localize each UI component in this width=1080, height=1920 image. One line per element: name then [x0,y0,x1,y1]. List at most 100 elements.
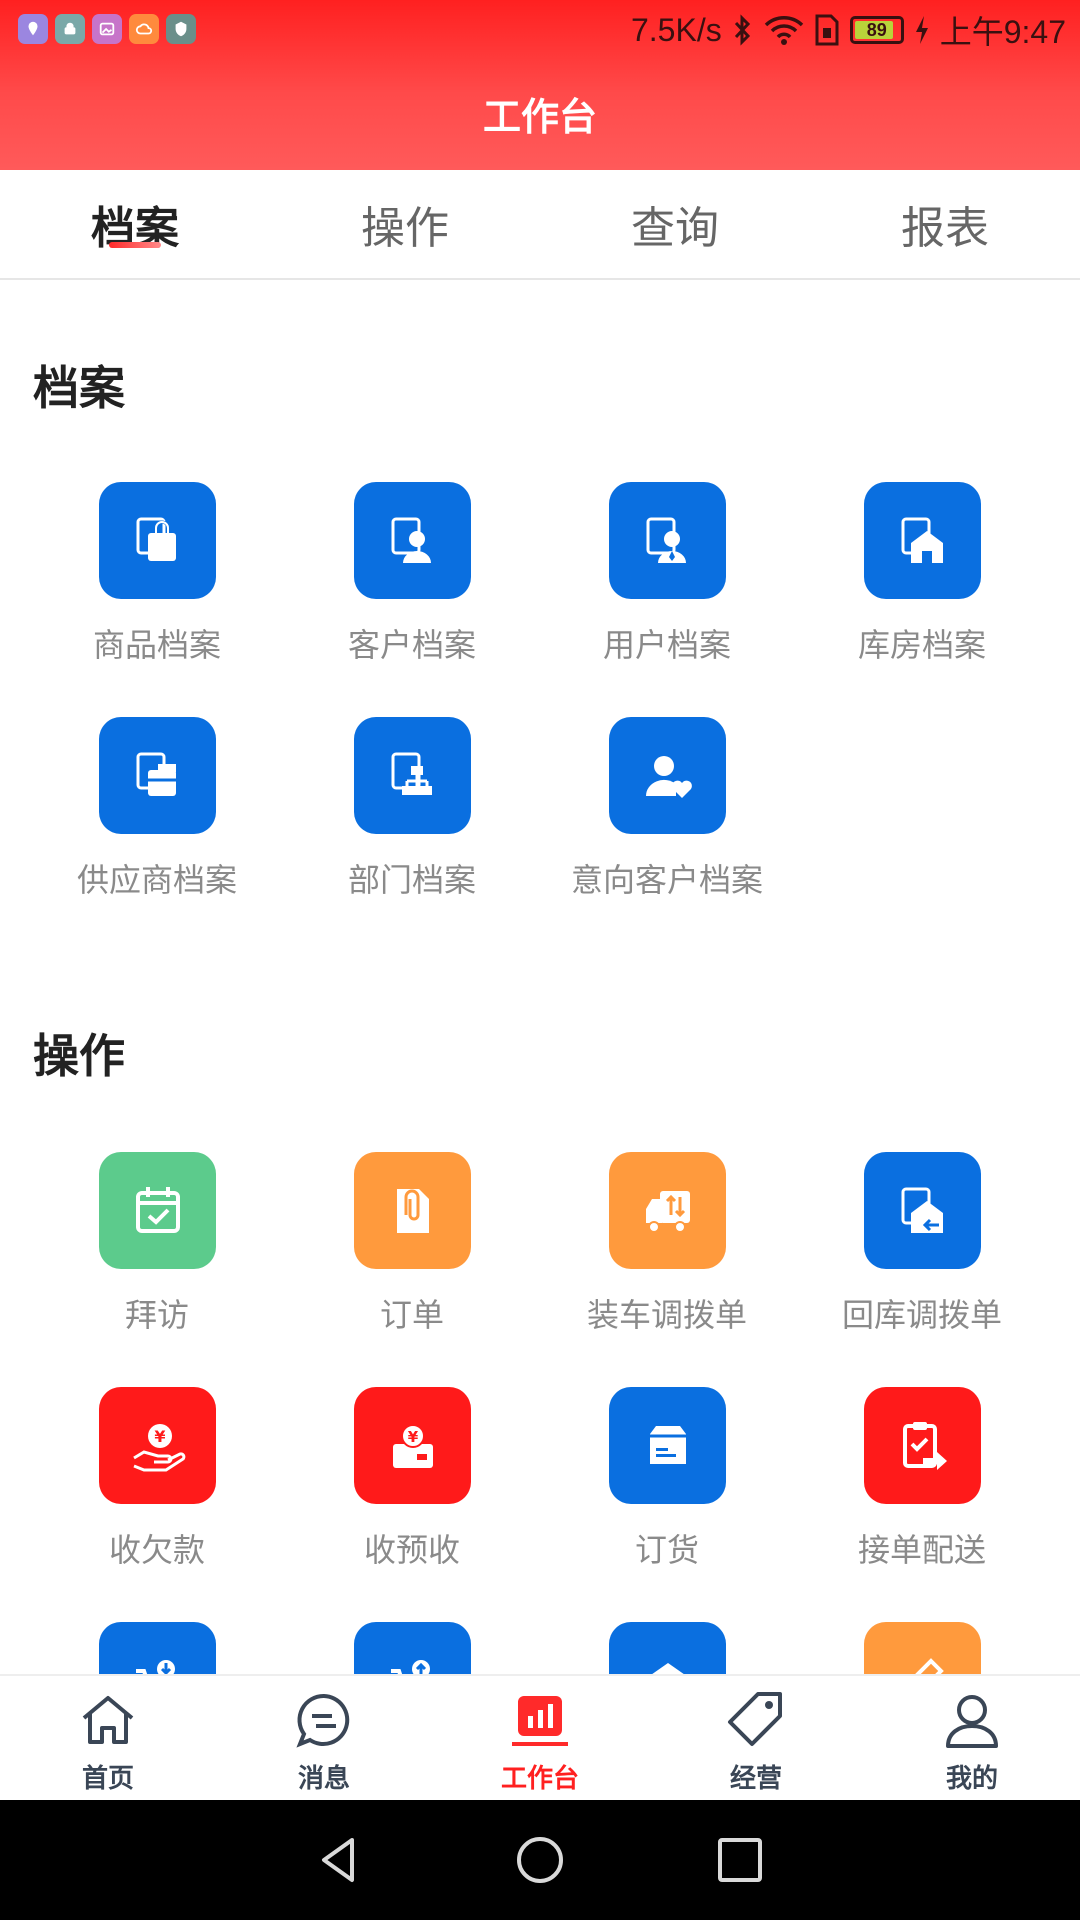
grid-item-label: 用户档案 [602,626,731,664]
back-icon[interactable] [310,1830,370,1890]
grid-item-delivery[interactable]: 接单配送 [797,1387,1047,1577]
workbench-content[interactable]: 档案 商品档案 客户档案 用户档案 库房档案 供应商档案 部门档案 意向客户档案… [0,282,1080,1674]
location-app-icon [18,14,48,44]
warehouse-archive-icon [864,482,981,599]
return-transfer-icon [864,1152,981,1269]
grid-item-user-archive[interactable]: 用户档案 [542,482,792,672]
grid-item-label: 拜访 [124,1296,189,1334]
grid-item-prospect-customer-archive[interactable]: 意向客户档案 [542,717,792,907]
grid-item-label: 订货 [634,1531,699,1569]
grid-item-visit[interactable]: 拜访 [32,1152,282,1342]
tab-label: 操作 [361,203,449,254]
status-bar: 7.5K/s 89 上午9:47 [0,0,1080,62]
grid-item-label: 接单配送 [857,1531,986,1569]
status-right: 7.5K/s 89 上午9:47 [630,10,1066,51]
grid-item-collect-debt[interactable]: ¥ 收欠款 [32,1387,282,1577]
profile-icon [946,1695,998,1748]
network-speed: 7.5K/s [630,11,722,48]
tab-label: 报表 [901,203,989,254]
goods-box-icon [609,1387,726,1504]
truck-transfer-icon [609,1152,726,1269]
nav-label: 消息 [297,1764,350,1794]
collect-prepay-icon: ¥ [354,1387,471,1504]
order-clip-icon [354,1152,471,1269]
nav-label: 首页 [81,1764,134,1794]
grid-item-department-archive[interactable]: 部门档案 [287,717,537,907]
grid-item-label: 客户档案 [347,626,476,664]
supplier-archive-icon [99,717,216,834]
svg-text:¥: ¥ [407,1428,418,1446]
recents-icon[interactable] [710,1830,770,1890]
tag-icon [728,1692,782,1746]
tab-reports[interactable]: 报表 [810,170,1080,278]
grid-item-label: 供应商档案 [76,861,237,899]
product-archive-icon [99,482,216,599]
grid-item-order[interactable]: 订单 [287,1152,537,1342]
cloud-app-icon [129,14,159,44]
category-tabs: 档案 操作 查询 报表 [0,170,1080,280]
wifi-icon [764,16,803,45]
grid-item-supplier-archive[interactable]: 供应商档案 [32,717,282,907]
nav-business[interactable]: 经营 [648,1676,864,1800]
grid-item-label: 收欠款 [108,1531,205,1569]
battery-level: 89 [866,19,887,40]
section-title-archives: 档案 [33,361,125,415]
clock: 上午9:47 [939,14,1066,50]
nav-label: 经营 [729,1764,782,1794]
grid-item-warehouse-archive[interactable]: 库房档案 [797,482,1047,672]
grid-item-collect-prepay[interactable]: ¥ 收预收 [287,1387,537,1577]
home-icon [82,1696,134,1744]
grid-item-label: 装车调拨单 [586,1296,747,1334]
grid-item-customer-archive[interactable]: 客户档案 [287,482,537,672]
section-title-operations: 操作 [33,1029,125,1083]
grid-item-label: 收预收 [363,1531,460,1569]
warehouse-icon [609,1622,726,1674]
grid-item-label: 库房档案 [857,626,986,664]
grid-item-truck-transfer[interactable]: 装车调拨单 [542,1152,792,1342]
charging-icon [915,16,928,44]
tab-archives[interactable]: 档案 [0,170,270,278]
prospect-customer-icon [609,717,726,834]
grid-item-partial[interactable] [797,1622,1047,1674]
grid-item-label: 订单 [379,1296,444,1334]
grid-item-order-goods[interactable]: 订货 [542,1387,792,1577]
grid-item-return-transfer[interactable]: 回库调拨单 [797,1152,1047,1342]
grid-item-label: 意向客户档案 [570,861,763,899]
grid-item-product-archive[interactable]: 商品档案 [32,482,282,672]
customer-archive-icon [354,482,471,599]
app-header: 7.5K/s 89 上午9:47 工作台 [0,0,1080,170]
bluetooth-icon [734,14,750,46]
home-circle-icon[interactable] [510,1830,570,1890]
department-archive-icon [354,717,471,834]
tab-label: 查询 [631,203,719,254]
tab-query[interactable]: 查询 [540,170,810,278]
battery-indicator: 89 [849,16,904,44]
shield-app-icon [166,14,196,44]
nav-profile[interactable]: 我的 [864,1676,1080,1800]
message-icon [296,1693,350,1748]
grid-item-partial[interactable] [32,1622,282,1674]
active-tab-indicator [109,242,161,248]
nav-messages[interactable]: 消息 [216,1676,432,1800]
android-app-icon [55,14,85,44]
collect-debt-icon: ¥ [99,1387,216,1504]
bottom-navigation: 首页 消息 工作台 经营 我的 [0,1674,1080,1800]
gallery-app-icon [92,14,122,44]
delivery-clipboard-icon [864,1387,981,1504]
nav-label: 我的 [945,1764,998,1794]
edit-icon [864,1622,981,1674]
sim-icon [815,14,839,46]
page-title: 工作台 [482,95,597,139]
grid-item-partial[interactable] [287,1622,537,1674]
cart-in-icon [99,1622,216,1674]
grid-item-label: 商品档案 [92,626,221,664]
grid-item-partial[interactable] [542,1622,792,1674]
grid-item-label: 回库调拨单 [841,1296,1002,1334]
tab-operations[interactable]: 操作 [270,170,540,278]
nav-home[interactable]: 首页 [0,1676,216,1800]
system-navigation-bar [0,1800,1080,1920]
workbench-chart-icon [512,1696,568,1746]
svg-text:¥: ¥ [154,1427,165,1446]
user-archive-icon [609,482,726,599]
nav-workbench[interactable]: 工作台 [432,1676,648,1800]
